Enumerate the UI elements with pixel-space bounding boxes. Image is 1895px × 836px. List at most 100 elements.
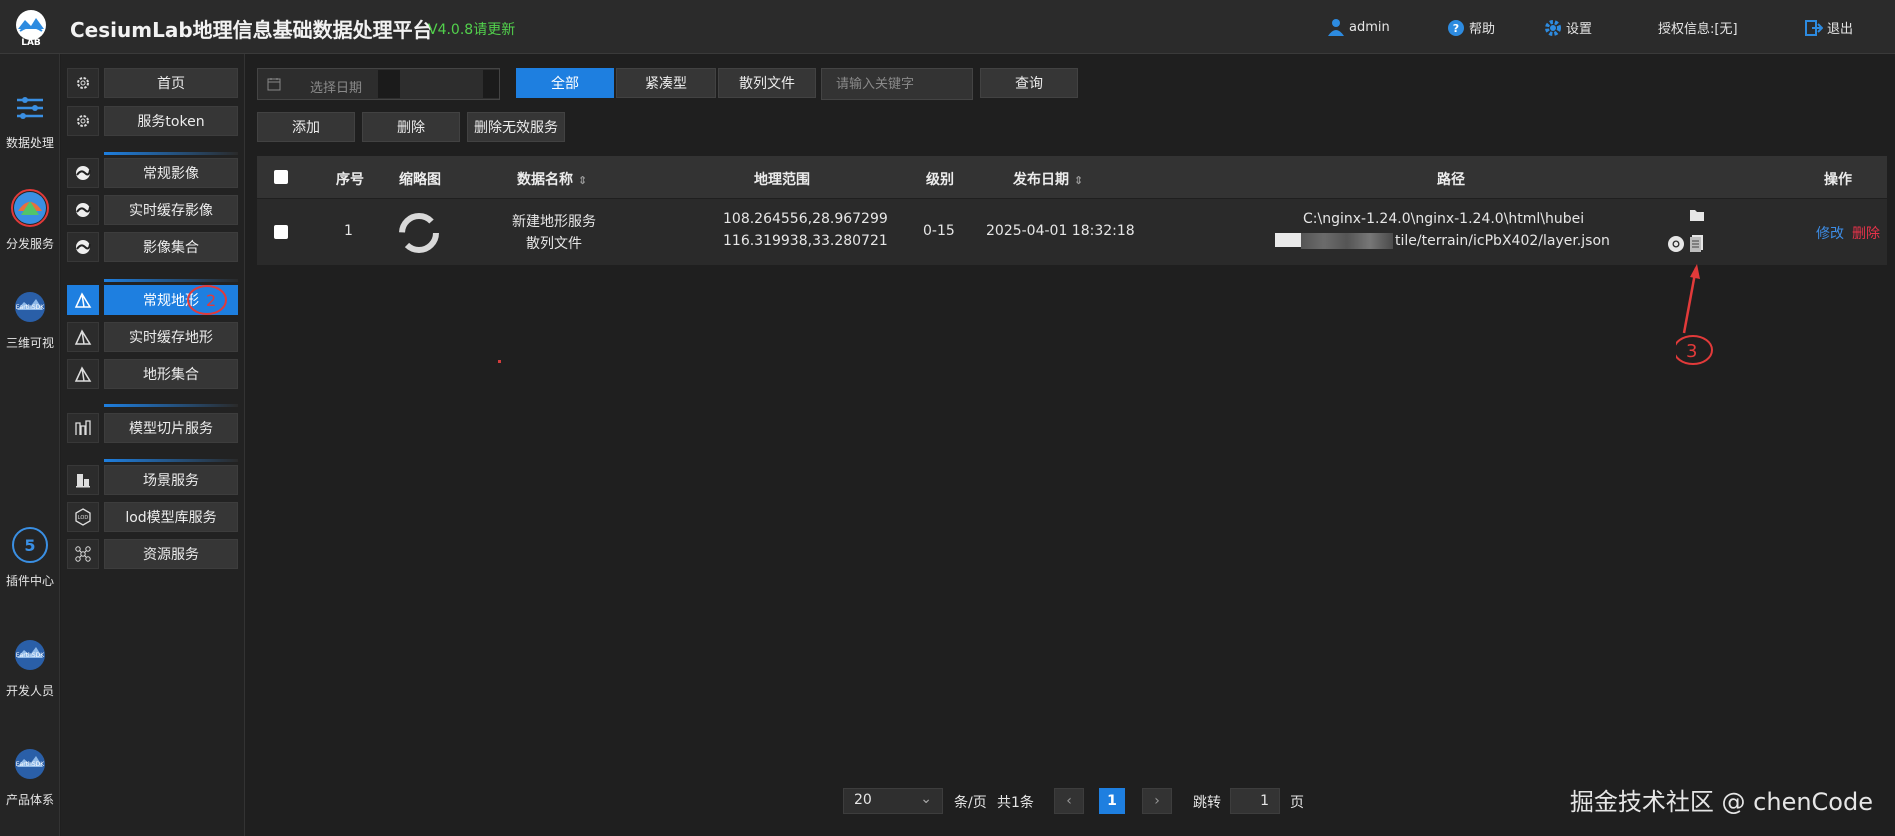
row-path-line2: tile/terrain/icPbX402/layer.json [1395,233,1610,249]
gear-icon [1545,19,1561,36]
settings-button[interactable]: 设置 [1544,18,1592,37]
next-page-button[interactable]: › [1142,788,1172,814]
sidebar-item-terrain-collection[interactable]: 地形集合 [67,359,239,389]
prev-page-button[interactable]: ‹ [1054,788,1084,814]
jump-label: 跳转 [1193,795,1221,811]
sidebar-item-model-tiles[interactable]: 模型切片服务 [67,413,239,443]
document-icon[interactable] [1689,234,1705,252]
sidebar-item-home[interactable]: 首页 [67,68,239,98]
cesiumlab-logo: LAB [16,10,46,47]
total-count: 共1条 [997,795,1034,811]
row-path-line1: C:\nginx-1.24.0\nginx-1.24.0\html\hubei [1303,211,1585,227]
terrain-icon [67,285,99,315]
rail-item-developer[interactable]: EarthSDK 开发人员 [0,634,60,699]
rail-item-products[interactable]: EarthSDK 产品体系 [0,743,60,808]
sidebar-item-lod[interactable]: LOD lod模型库服务 [67,502,239,532]
query-button[interactable]: 查询 [980,68,1078,98]
per-page-label: 条/页 [954,795,987,811]
rail-label: 数据处理 [5,136,54,150]
sidebar-item-label: lod模型库服务 [104,502,238,532]
left-nav-rail: 数据处理 分发服务 EarthSDK 三维可视 5 插件中心 EarthSDK … [0,54,60,836]
sub-sidebar: 首页 服务token 常规影像 实时缓存影像 影像集合 常规地形 实时缓存地形 … [61,54,245,836]
row-checkbox[interactable] [274,225,288,239]
app-title: CesiumLab地理信息基础数据处理平台 [70,18,433,42]
delete-link[interactable]: 删除 [1852,223,1880,243]
redacted-block [1275,233,1301,247]
gear-icon [67,106,99,136]
search-input[interactable] [821,68,973,100]
rail-item-distribute[interactable]: 分发服务 [0,187,60,252]
lod-icon: LOD [67,502,99,532]
add-button[interactable]: 添加 [257,112,355,142]
version-update-link[interactable]: V4.0.8请更新 [428,19,515,39]
scene-icon [67,465,99,495]
section-divider [104,404,238,407]
sidebar-item-label: 影像集合 [104,232,238,262]
folder-icon[interactable] [1689,208,1705,222]
svg-text:?: ? [1453,22,1459,35]
page-size-select[interactable]: 20 ⌄ [843,788,943,814]
main-content: 选择日期 全部 紧凑型 散列文件 查询 添加 删除 删除无效服务 序号 缩略图 … [246,54,1895,836]
sidebar-item-label: 地形集合 [104,359,238,389]
chrome-icon[interactable] [1667,235,1685,253]
annotation-arrow-3: 3 [1676,264,1713,365]
sidebar-item-imagery-collection[interactable]: 影像集合 [67,232,239,262]
section-divider [104,459,238,462]
annotation-number-3: 3 [1686,341,1697,362]
earthsdk-icon: EarthSDK [15,749,46,779]
earthsdk-icon: EarthSDK [15,640,46,670]
select-all-checkbox[interactable] [274,170,288,184]
sidebar-item-label: 场景服务 [104,465,238,495]
sidebar-item-label: 常规影像 [104,158,238,188]
page-size-value: 20 [854,792,872,808]
user-icon [1328,19,1344,36]
tab-all[interactable]: 全部 [516,68,614,98]
help-button[interactable]: ? 帮助 [1447,18,1495,37]
logout-label: 退出 [1827,22,1854,37]
svg-text:5: 5 [24,536,35,555]
date-picker[interactable]: 选择日期 [257,68,500,100]
rail-item-data-process[interactable]: 数据处理 [0,86,60,151]
logout-button[interactable]: 退出 [1805,18,1853,37]
watermark: 掘金技术社区 @ chenCode [1569,788,1873,816]
delete-invalid-button[interactable]: 删除无效服务 [467,112,565,142]
resource-icon [67,539,99,569]
edit-link[interactable]: 修改 [1816,223,1844,243]
user-menu[interactable]: admin [1327,18,1390,36]
sidebar-item-label: 实时缓存影像 [104,195,238,225]
sidebar-item-imagery[interactable]: 常规影像 [67,158,239,188]
chevron-down-icon: ⌄ [920,791,932,807]
svg-text:EarthSDK: EarthSDK [16,761,46,768]
col-date[interactable]: 发布日期 ⇕ [1013,169,1083,189]
section-divider [104,152,238,155]
sidebar-item-token[interactable]: 服务token [67,106,239,136]
rail-item-plugin-center[interactable]: 5 插件中心 [0,524,60,589]
jump-page-input[interactable]: 1 [1230,788,1280,814]
calendar-icon [267,78,281,91]
earthsdk-icon: EarthSDK [15,292,45,322]
sidebar-item-realtime-terrain[interactable]: 实时缓存地形 [67,322,239,352]
rail-label: 产品体系 [5,793,54,807]
rail-label: 三维可视 [5,336,54,350]
redacted-path [1301,233,1393,249]
chevron-left-icon: ‹ [1066,793,1072,809]
data-process-icon [17,97,43,119]
tab-compact[interactable]: 紧凑型 [616,68,716,98]
delete-button[interactable]: 删除 [362,112,460,142]
sidebar-item-scene[interactable]: 场景服务 [67,465,239,495]
col-path: 路径 [1437,172,1465,188]
row-range-line1: 108.264556,28.967299 [723,211,888,227]
tab-hash-files[interactable]: 散列文件 [718,68,816,98]
col-thumbnail: 缩略图 [399,172,441,188]
rail-item-3d-visual[interactable]: EarthSDK 三维可视 [0,286,60,351]
rail-label: 分发服务 [5,237,54,251]
row-level: 0-15 [923,223,955,239]
sidebar-item-realtime-imagery[interactable]: 实时缓存影像 [67,195,239,225]
globe-icon [67,232,99,262]
row-index: 1 [344,223,353,239]
col-level: 级别 [926,172,954,188]
current-page[interactable]: 1 [1099,788,1125,814]
sidebar-item-resource[interactable]: 资源服务 [67,539,239,569]
col-name[interactable]: 数据名称 ⇕ [517,169,587,189]
svg-text:EarthSDK: EarthSDK [16,652,46,659]
